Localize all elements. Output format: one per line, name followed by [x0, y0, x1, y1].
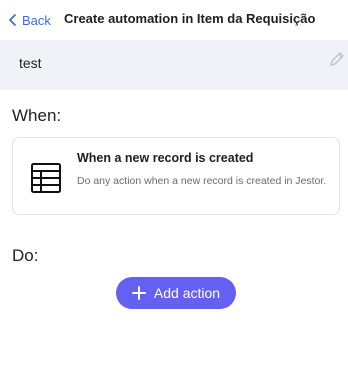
page-title: Create automation in Item da Requisição	[64, 11, 316, 26]
add-action-button[interactable]: Add action	[116, 277, 236, 309]
trigger-card[interactable]: When a new record is created Do any acti…	[12, 137, 340, 215]
back-label: Back	[22, 12, 51, 28]
chevron-left-icon	[9, 14, 16, 26]
table-icon	[31, 163, 61, 193]
automation-name-bar: test	[0, 40, 348, 90]
pencil-icon[interactable]	[328, 50, 346, 68]
do-heading: Do:	[12, 246, 39, 265]
plus-icon	[131, 286, 146, 300]
automation-name-field[interactable]: test	[19, 55, 42, 71]
when-heading: When:	[12, 106, 62, 125]
trigger-description: Do any action when a new record is creat…	[77, 175, 327, 187]
add-action-label: Add action	[153, 285, 221, 301]
trigger-title: When a new record is created	[77, 151, 254, 165]
back-button[interactable]: Back	[6, 10, 51, 30]
header-bar: Back Create automation in Item da Requis…	[0, 0, 348, 40]
